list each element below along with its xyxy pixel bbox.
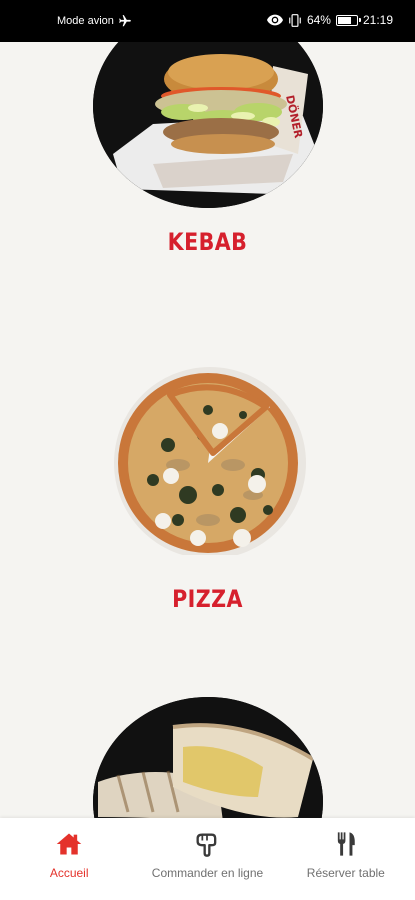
nav-label-reserver: Réserver table [306, 866, 385, 880]
battery-icon [335, 14, 361, 26]
kebab-label[interactable]: KEBAB [29, 228, 386, 256]
airplane-mode-label: Mode avion [57, 15, 114, 27]
utensils-icon [337, 832, 355, 856]
nav-item-commander[interactable]: Commander en ligne [138, 818, 276, 900]
vibrate-icon [289, 13, 301, 27]
eye-icon [266, 14, 283, 26]
airplane-icon [119, 15, 131, 27]
nav-label-accueil: Accueil [49, 866, 89, 880]
home-icon [56, 833, 82, 855]
battery-percent: 64% [306, 13, 331, 27]
status-bar: Mode avion 64% 21:19 [0, 0, 415, 42]
bottom-nav: Accueil Commander en ligne Réserver tabl… [0, 818, 415, 900]
kebab-image[interactable]: DÖNER [93, 42, 323, 208]
pizza-image[interactable] [108, 345, 308, 559]
tacos-image[interactable] [93, 697, 323, 818]
nav-item-reserver[interactable]: Réserver table [277, 818, 415, 900]
status-right: 64% 21:19 [266, 13, 393, 27]
pizza-label[interactable]: PIZZA [29, 585, 386, 613]
nav-item-accueil[interactable]: Accueil [0, 818, 138, 900]
clock: 21:19 [362, 13, 393, 27]
category-list[interactable]: DÖNER KEBAB PIZZA [0, 42, 415, 818]
nav-label-commander: Commander en ligne [151, 866, 264, 880]
status-left: Mode avion [57, 14, 132, 28]
hand-pointer-icon [196, 833, 217, 857]
